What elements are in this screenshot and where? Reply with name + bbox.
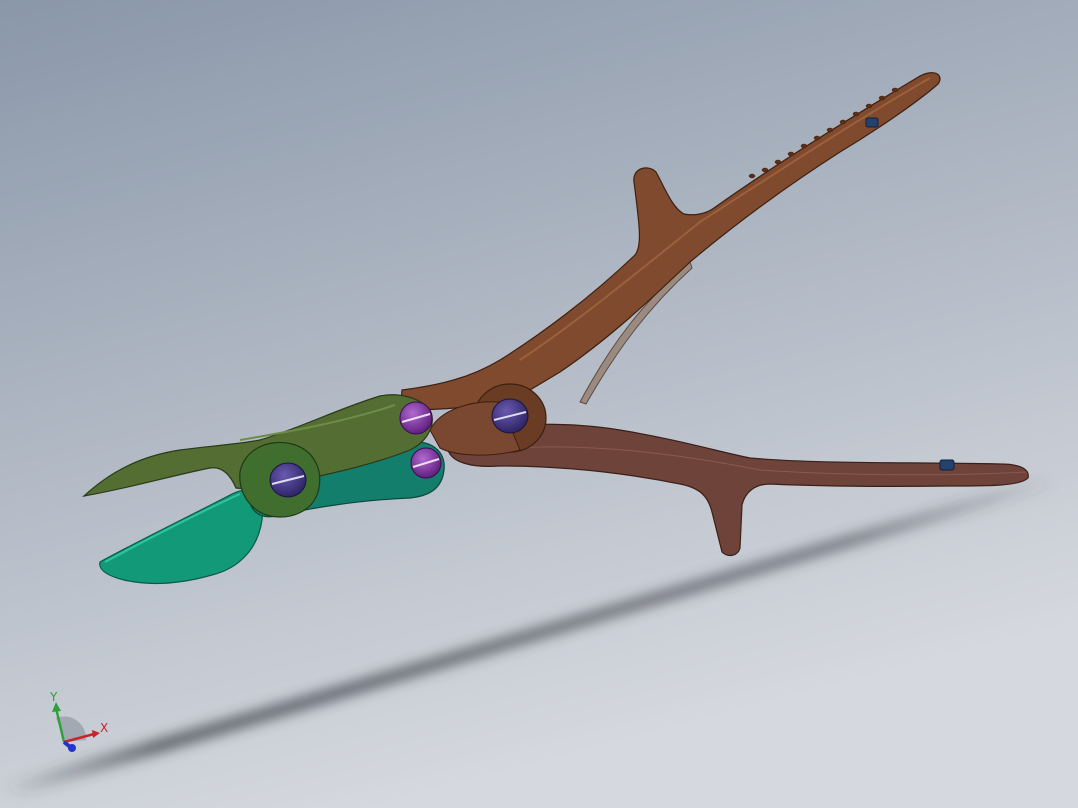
lower-link-screw[interactable] [410,447,442,479]
graphics-viewport[interactable]: Y X [0,0,1078,808]
triad-y-label: Y [49,690,58,704]
model-view[interactable]: Y X [0,0,1078,808]
lower-stop-screw[interactable] [939,459,955,471]
main-pivot-screw[interactable] [491,398,529,434]
triad-x-label: X [100,721,108,735]
jaw-pivot-screw[interactable] [269,462,307,498]
triad-origin [68,744,76,752]
upper-stop-screw[interactable] [865,117,879,128]
upper-link-screw[interactable] [399,401,433,435]
